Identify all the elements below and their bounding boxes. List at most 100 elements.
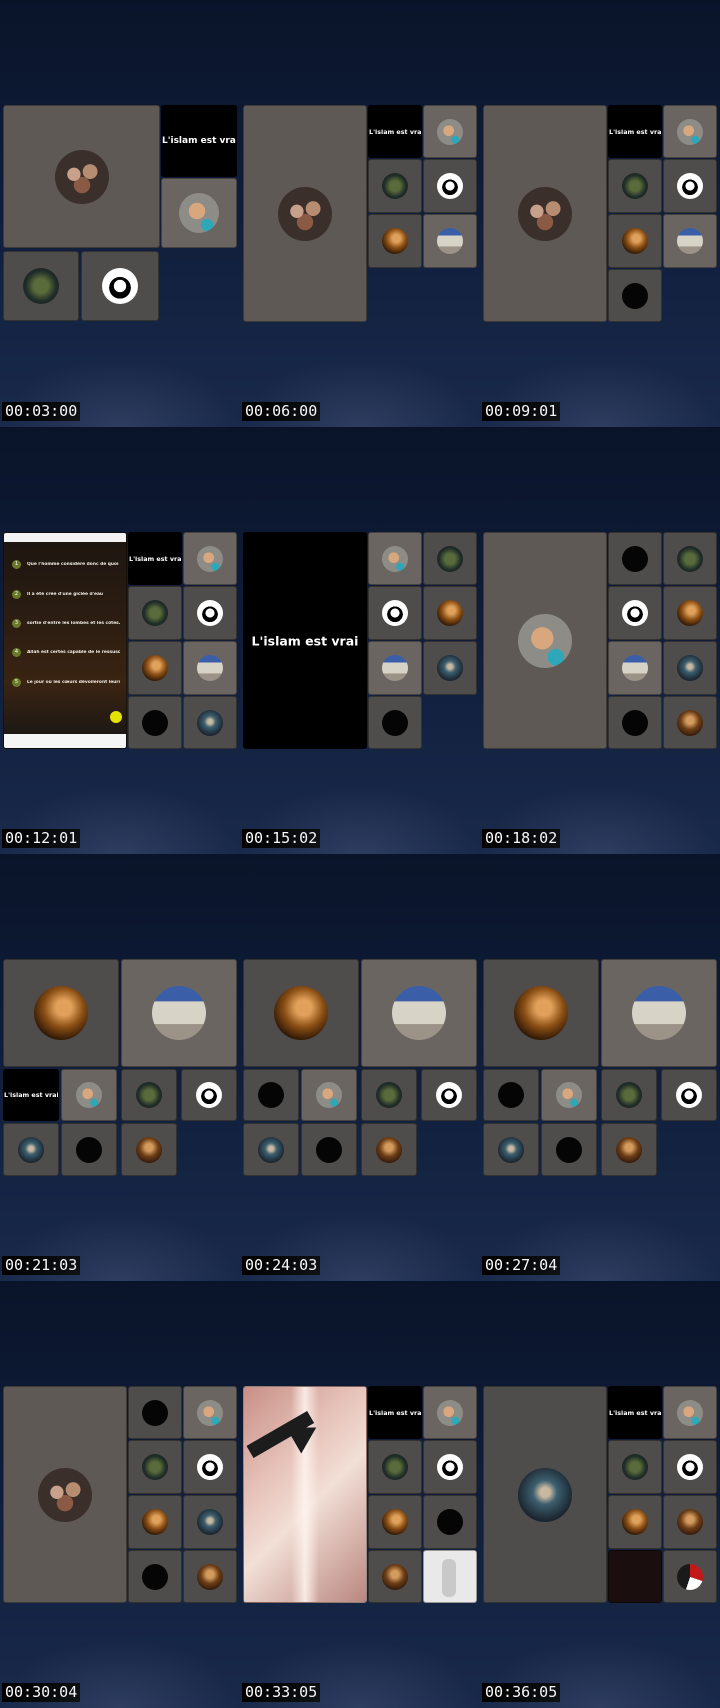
- participant-tile-label[interactable]: L'islam est vrai: [161, 105, 237, 177]
- participant-tile[interactable]: [183, 532, 237, 585]
- screen-share-tile[interactable]: 1 Que l'homme considère donc de quoi il a…: [3, 532, 127, 749]
- participant-tile[interactable]: [361, 1069, 417, 1121]
- participant-tile-label[interactable]: L'islam est vrai: [368, 105, 422, 158]
- participant-tile[interactable]: [183, 1440, 237, 1494]
- participant-tile[interactable]: [161, 178, 237, 248]
- participant-tile[interactable]: [608, 696, 662, 749]
- participant-tile[interactable]: [368, 696, 422, 749]
- participant-tile[interactable]: [3, 959, 119, 1067]
- participant-tile[interactable]: [483, 1386, 607, 1603]
- participant-tile[interactable]: [3, 105, 160, 248]
- participant-tile-label[interactable]: L'islam est vrai: [368, 1386, 422, 1439]
- participant-tile[interactable]: [423, 214, 477, 268]
- participant-tile[interactable]: [483, 532, 607, 749]
- participant-tile[interactable]: [183, 586, 237, 640]
- participant-tile[interactable]: [663, 532, 717, 585]
- participant-tile[interactable]: [368, 532, 422, 585]
- participant-tile[interactable]: [181, 1069, 237, 1121]
- participant-tile[interactable]: [121, 1069, 177, 1121]
- participant-tile[interactable]: [183, 1495, 237, 1549]
- participant-tile[interactable]: [3, 1123, 59, 1176]
- participant-tile[interactable]: [608, 159, 662, 213]
- participant-tile[interactable]: [61, 1069, 117, 1121]
- participant-tile[interactable]: [601, 1069, 657, 1121]
- participant-tile[interactable]: [301, 1123, 357, 1176]
- participant-tile[interactable]: [81, 251, 159, 321]
- participant-tile[interactable]: [608, 532, 662, 585]
- participant-tile[interactable]: [423, 586, 477, 640]
- participant-tile[interactable]: [608, 586, 662, 640]
- participant-tile[interactable]: [663, 1495, 717, 1549]
- participant-tile[interactable]: [541, 1123, 597, 1176]
- participant-tile[interactable]: [361, 1123, 417, 1176]
- participant-tile[interactable]: [368, 1495, 422, 1549]
- participant-tile-label[interactable]: L'islam est vrai: [3, 1069, 59, 1121]
- participant-tile[interactable]: [128, 696, 182, 749]
- participant-tile[interactable]: [183, 696, 237, 749]
- participant-tile[interactable]: [423, 1386, 477, 1439]
- participant-tile[interactable]: [3, 1386, 127, 1603]
- participant-tile[interactable]: [483, 959, 599, 1067]
- participant-tile[interactable]: [423, 105, 477, 158]
- participant-tile[interactable]: [608, 641, 662, 695]
- participant-tile[interactable]: [483, 1069, 539, 1121]
- participant-tile[interactable]: [663, 1550, 717, 1603]
- participant-tile[interactable]: [421, 1069, 477, 1121]
- participant-tile[interactable]: [423, 641, 477, 695]
- participant-tile[interactable]: [121, 959, 237, 1067]
- participant-tile[interactable]: [183, 641, 237, 695]
- participant-tile[interactable]: [243, 1123, 299, 1176]
- participant-tile[interactable]: [423, 1495, 477, 1549]
- participant-tile[interactable]: [663, 696, 717, 749]
- participant-tile[interactable]: [243, 105, 367, 322]
- participant-tile[interactable]: [423, 1440, 477, 1494]
- participant-tile[interactable]: [361, 959, 477, 1067]
- participant-tile[interactable]: [128, 1440, 182, 1494]
- participant-tile[interactable]: [423, 159, 477, 213]
- participant-tile-label[interactable]: L'islam est vrai: [608, 105, 662, 158]
- participant-tile-label[interactable]: L'islam est vrai: [243, 532, 367, 749]
- video-tile[interactable]: [243, 1386, 367, 1603]
- participant-tile[interactable]: [601, 959, 717, 1067]
- participant-tile-label[interactable]: L'islam est vrai: [608, 1386, 662, 1439]
- participant-tile[interactable]: [663, 586, 717, 640]
- play-button[interactable]: [110, 711, 122, 723]
- participant-tile[interactable]: [183, 1386, 237, 1439]
- participant-tile[interactable]: [368, 214, 422, 268]
- participant-tile[interactable]: [608, 1495, 662, 1549]
- screen-share-thumbnail[interactable]: [608, 1550, 662, 1603]
- participant-tile[interactable]: [423, 532, 477, 585]
- participant-tile[interactable]: [663, 105, 717, 158]
- screen-share-thumbnail[interactable]: [423, 1550, 477, 1603]
- participant-tile[interactable]: [608, 214, 662, 268]
- participant-tile[interactable]: [368, 1440, 422, 1494]
- participant-tile[interactable]: [601, 1123, 657, 1176]
- participant-tile[interactable]: [368, 1550, 422, 1603]
- participant-tile[interactable]: [608, 1440, 662, 1494]
- participant-tile[interactable]: [368, 586, 422, 640]
- participant-tile[interactable]: [663, 159, 717, 213]
- participant-tile[interactable]: [608, 269, 662, 322]
- participant-tile[interactable]: [663, 1386, 717, 1439]
- participant-tile[interactable]: [243, 1069, 299, 1121]
- participant-tile[interactable]: [3, 251, 79, 321]
- participant-tile[interactable]: [663, 214, 717, 268]
- participant-tile[interactable]: [128, 641, 182, 695]
- participant-tile[interactable]: [663, 1440, 717, 1494]
- participant-tile[interactable]: [661, 1069, 717, 1121]
- participant-tile[interactable]: [483, 1123, 539, 1176]
- participant-tile-label[interactable]: L'islam est vrai: [128, 532, 182, 585]
- participant-tile[interactable]: [301, 1069, 357, 1121]
- participant-tile[interactable]: [183, 1550, 237, 1603]
- participant-tile[interactable]: [128, 586, 182, 640]
- participant-tile[interactable]: [243, 959, 359, 1067]
- participant-tile[interactable]: [128, 1386, 182, 1439]
- participant-tile[interactable]: [368, 641, 422, 695]
- participant-tile[interactable]: [128, 1495, 182, 1549]
- participant-tile[interactable]: [663, 641, 717, 695]
- participant-tile[interactable]: [121, 1123, 177, 1176]
- participant-tile[interactable]: [61, 1123, 117, 1176]
- participant-tile[interactable]: [541, 1069, 597, 1121]
- participant-tile[interactable]: [128, 1550, 182, 1603]
- participant-tile[interactable]: [483, 105, 607, 322]
